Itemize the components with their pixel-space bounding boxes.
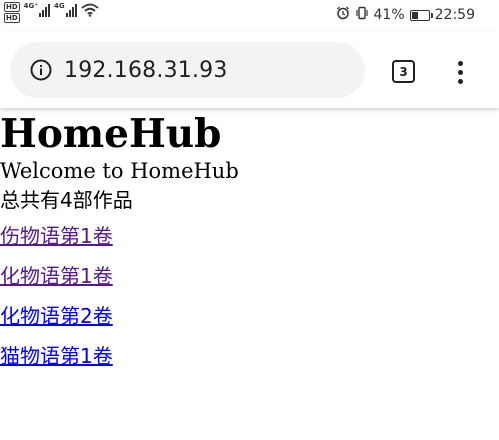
battery-level [411, 11, 418, 19]
address-bar[interactable]: 192.168.31.93 [10, 42, 365, 98]
hd-badge-bottom: HD [4, 13, 20, 23]
works-list: 伤物语第1卷 化物语第1卷 化物语第2卷 猫物语第1卷 [0, 216, 499, 376]
signal-sim1: 4G⁺ [24, 3, 50, 17]
signal-sim2: 4G [54, 3, 77, 17]
battery-percent: 41% [373, 7, 405, 23]
list-item: 化物语第2卷 [0, 296, 499, 336]
battery-icon [409, 9, 433, 21]
info-icon[interactable] [30, 59, 52, 81]
work-link-1[interactable]: 伤物语第1卷 [0, 224, 113, 248]
signal-icon [65, 3, 77, 17]
page-title: HomeHub [0, 111, 222, 157]
url-text[interactable]: 192.168.31.93 [64, 58, 228, 83]
work-link-3[interactable]: 化物语第2卷 [0, 304, 113, 328]
work-link-4[interactable]: 猫物语第1卷 [0, 344, 113, 368]
list-item: 化物语第1卷 [0, 256, 499, 296]
network-type-2: 4G [53, 2, 65, 10]
hd-indicators: HD HD [4, 2, 20, 23]
list-item: 伤物语第1卷 [0, 216, 499, 256]
network-type-1: 4G⁺ [23, 2, 38, 10]
wifi-icon [81, 3, 99, 21]
alarm-icon [336, 6, 350, 24]
work-link-2[interactable]: 化物语第1卷 [0, 264, 113, 288]
clock: 22:59 [434, 7, 475, 23]
signal-icon [38, 3, 50, 17]
menu-icon[interactable] [448, 56, 472, 88]
hd-badge-top: HD [4, 2, 20, 12]
works-count-text: 总共有4部作品 [0, 188, 133, 212]
browser-toolbar: 192.168.31.93 3 [0, 32, 499, 108]
tab-switcher-button[interactable]: 3 [392, 60, 415, 83]
vibrate-icon [355, 6, 369, 24]
status-bar: HD HD 4G⁺ 4G 41% 22:59 [0, 0, 499, 32]
status-right: 41% 22:59 [336, 6, 475, 24]
welcome-text: Welcome to HomeHub [0, 159, 239, 183]
status-left: HD HD 4G⁺ 4G [4, 2, 99, 23]
list-item: 猫物语第1卷 [0, 336, 499, 376]
page-content: HomeHub Welcome to HomeHub 总共有4部作品 伤物语第1… [0, 110, 499, 376]
